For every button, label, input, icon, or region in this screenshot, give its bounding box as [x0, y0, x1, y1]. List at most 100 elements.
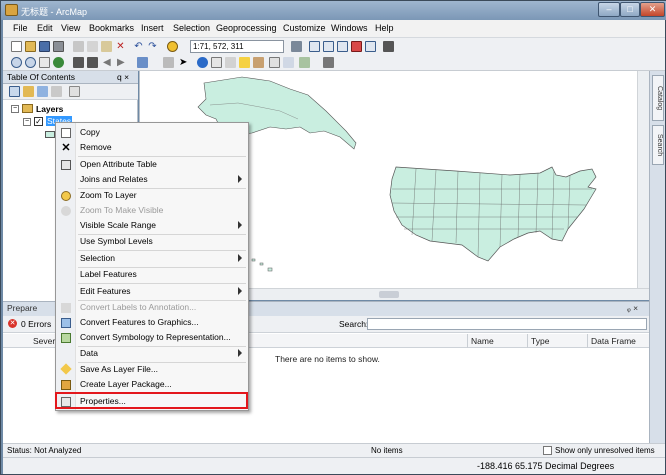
find-route-icon[interactable]: [225, 57, 236, 68]
identify-icon[interactable]: [197, 57, 208, 68]
arcmap-window: 无标题 - ArcMap – □ ✕ File Edit View Bookma…: [0, 0, 666, 475]
submenu-arrow-icon: [238, 175, 242, 183]
menu-edit[interactable]: Edit: [37, 23, 53, 33]
menu-help[interactable]: Help: [375, 23, 394, 33]
menu-item-data[interactable]: Data: [56, 346, 248, 361]
prepare-pin-close[interactable]: ᵩ ×: [627, 302, 638, 315]
search-window-icon[interactable]: [337, 41, 348, 52]
html-popup-icon[interactable]: [283, 57, 294, 68]
list-by-visibility-icon[interactable]: [37, 86, 48, 97]
toc-pin-close[interactable]: q ×: [117, 71, 129, 83]
menu-item-convert-features[interactable]: Convert Features to Graphics...: [56, 315, 248, 330]
col-data-frame[interactable]: Data Frame: [591, 336, 636, 346]
select-elements-icon[interactable]: ➤: [179, 57, 190, 68]
menu-item-selection[interactable]: Selection: [56, 251, 248, 266]
search-dock-tab[interactable]: Search: [652, 125, 664, 165]
convert-symbology-icon: [61, 333, 71, 343]
menu-item-label-features[interactable]: Label Features: [56, 267, 248, 282]
menu-geoprocessing[interactable]: Geoprocessing: [216, 23, 277, 33]
save-icon[interactable]: [39, 41, 50, 52]
back-extent-icon[interactable]: ◀: [103, 57, 114, 68]
menu-bookmarks[interactable]: Bookmarks: [89, 23, 134, 33]
undo-icon[interactable]: ↶: [133, 41, 144, 52]
menu-item-joins-and-relates[interactable]: Joins and Relates: [56, 172, 248, 187]
catalog-dock-tab[interactable]: Catalog: [652, 75, 664, 121]
toc-title: Table Of Contents: [7, 72, 76, 82]
search-label: Search:: [339, 319, 369, 329]
open-folder-icon[interactable]: [25, 41, 36, 52]
cut-icon[interactable]: [73, 41, 84, 52]
delete-icon[interactable]: ✕: [115, 41, 126, 52]
create-viewer-icon[interactable]: [323, 57, 334, 68]
print-icon[interactable]: [53, 41, 64, 52]
menu-item-use-symbol-levels[interactable]: Use Symbol Levels: [56, 234, 248, 249]
map-scale-input[interactable]: 1:71, 572, 311: [190, 40, 284, 53]
prepare-status-bar: Status: Not Analyzed No items Show only …: [3, 443, 665, 457]
paste-icon[interactable]: [101, 41, 112, 52]
redo-icon[interactable]: ↷: [147, 41, 158, 52]
layer-context-menu: Copy ✕ Remove Open Attribute Table Joins…: [55, 122, 249, 411]
fixed-zoom-in-icon[interactable]: [73, 57, 84, 68]
menu-item-save-as-layer-file[interactable]: Save As Layer File...: [56, 362, 248, 377]
add-data-icon[interactable]: [167, 41, 178, 52]
menu-item-edit-features[interactable]: Edit Features: [56, 284, 248, 299]
zoom-out-icon[interactable]: [25, 57, 36, 68]
h-scroll-thumb[interactable]: [379, 291, 399, 298]
new-document-icon[interactable]: [11, 41, 22, 52]
errors-count[interactable]: 0 Errors: [21, 319, 51, 329]
time-slider-icon[interactable]: [299, 57, 310, 68]
menu-item-open-attribute-table[interactable]: Open Attribute Table: [56, 157, 248, 172]
states-collapse-icon[interactable]: −: [23, 118, 31, 126]
menu-customize[interactable]: Customize: [283, 23, 326, 33]
layers-label: Layers: [36, 104, 64, 114]
menu-item-visible-scale-range[interactable]: Visible Scale Range: [56, 218, 248, 233]
zoom-visible-icon: [61, 206, 71, 216]
editor-toolbar-icon[interactable]: [291, 41, 302, 52]
layers-collapse-icon[interactable]: −: [11, 105, 19, 113]
menu-selection[interactable]: Selection: [173, 23, 210, 33]
states-visibility-checkbox[interactable]: ✓: [34, 117, 43, 126]
menu-item-create-layer-package[interactable]: Create Layer Package...: [56, 377, 248, 392]
menu-item-convert-symbology[interactable]: Convert Symbology to Representation...: [56, 330, 248, 345]
menu-item-remove[interactable]: ✕ Remove: [56, 140, 248, 155]
toc-options-icon[interactable]: [69, 86, 80, 97]
forward-extent-icon[interactable]: ▶: [117, 57, 128, 68]
col-name[interactable]: Name: [471, 336, 494, 346]
catalog-window-icon[interactable]: [323, 41, 334, 52]
minimize-button[interactable]: –: [598, 2, 620, 17]
fixed-zoom-out-icon[interactable]: [87, 57, 98, 68]
hyperlink-icon[interactable]: [269, 57, 280, 68]
python-window-icon[interactable]: [365, 41, 376, 52]
go-to-xy-icon[interactable]: [239, 57, 250, 68]
list-by-selection-icon[interactable]: [51, 86, 62, 97]
select-features-icon[interactable]: [137, 57, 148, 68]
arctoolbox-icon[interactable]: [351, 41, 362, 52]
arcmap-app-icon: [5, 4, 18, 16]
window-title: 无标题 - ArcMap: [21, 7, 88, 17]
states-symbol-swatch[interactable]: [45, 131, 55, 138]
copy-toolbar-icon[interactable]: [87, 41, 98, 52]
maximize-button[interactable]: □: [620, 2, 640, 17]
list-by-source-icon[interactable]: [23, 86, 34, 97]
list-by-drawing-order-icon[interactable]: [9, 86, 20, 97]
zoom-in-icon[interactable]: [11, 57, 22, 68]
col-type[interactable]: Type: [531, 336, 549, 346]
menu-insert[interactable]: Insert: [141, 23, 164, 33]
measure-icon[interactable]: [253, 57, 264, 68]
pan-icon[interactable]: [39, 57, 50, 68]
map-vertical-scrollbar[interactable]: [637, 71, 649, 288]
prepare-search-input[interactable]: [367, 318, 647, 330]
full-extent-icon[interactable]: [53, 57, 64, 68]
menu-file[interactable]: File: [13, 23, 28, 33]
menu-item-copy[interactable]: Copy: [56, 125, 248, 140]
table-of-contents-window-icon[interactable]: [309, 41, 320, 52]
col-severity[interactable]: Severi: [33, 336, 57, 346]
close-button[interactable]: ✕: [640, 2, 665, 17]
clear-selection-icon[interactable]: [163, 57, 174, 68]
menu-item-zoom-to-layer[interactable]: Zoom To Layer: [56, 188, 248, 203]
show-unresolved-checkbox[interactable]: [543, 446, 552, 455]
model-builder-icon[interactable]: [383, 41, 394, 52]
menu-windows[interactable]: Windows: [331, 23, 368, 33]
menu-view[interactable]: View: [61, 23, 80, 33]
find-icon[interactable]: [211, 57, 222, 68]
